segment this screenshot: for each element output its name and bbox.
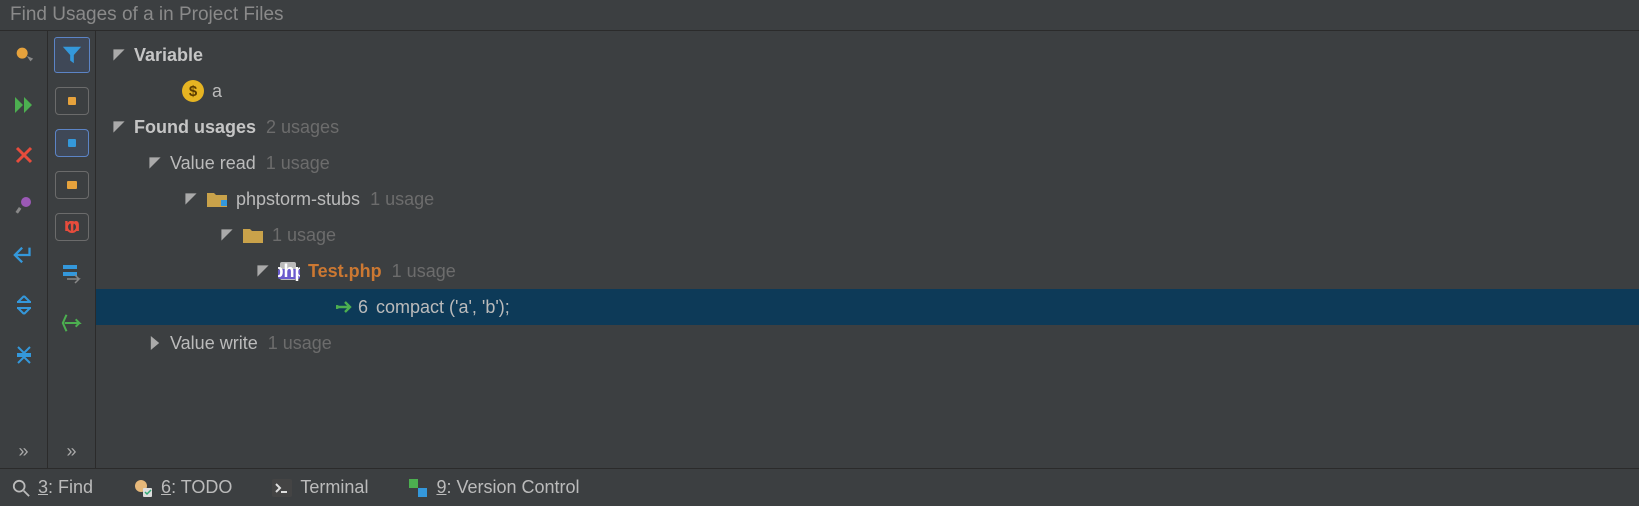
terminal-icon bbox=[272, 479, 292, 497]
value-write-count: 1 usage bbox=[268, 333, 332, 354]
read-access-icon bbox=[336, 300, 354, 314]
chevron-down-icon bbox=[182, 190, 200, 208]
chevron-down-icon bbox=[110, 118, 128, 136]
search-icon bbox=[12, 479, 30, 497]
back-icon[interactable] bbox=[6, 237, 42, 273]
more-icon-2[interactable]: » bbox=[66, 441, 76, 462]
group-package-icon[interactable] bbox=[55, 171, 89, 199]
value-read-node[interactable]: Value read 1 usage bbox=[96, 145, 1639, 181]
expand-all-icon[interactable] bbox=[6, 287, 42, 323]
close-icon[interactable] bbox=[6, 137, 42, 173]
variable-item[interactable]: $ a bbox=[96, 73, 1639, 109]
toolbar-left-1: » bbox=[0, 31, 48, 468]
rerun-icon[interactable] bbox=[6, 87, 42, 123]
code-snippet: compact ('a', 'b'); bbox=[376, 297, 510, 318]
folder-node[interactable]: 1 usage bbox=[96, 217, 1639, 253]
filter-icon[interactable] bbox=[54, 37, 90, 73]
dollar-icon: $ bbox=[182, 80, 204, 102]
group-method-icon[interactable]: m bbox=[55, 213, 89, 241]
folder-icon bbox=[242, 226, 264, 244]
value-read-count: 1 usage bbox=[266, 153, 330, 174]
main-area: » m » Variable bbox=[0, 31, 1639, 468]
chevron-down-icon bbox=[110, 46, 128, 64]
tool-window-find[interactable]: 3: Find bbox=[12, 477, 93, 498]
usage-line[interactable]: 6 compact ('a', 'b'); bbox=[96, 289, 1639, 325]
todo-icon bbox=[133, 478, 153, 498]
panel-title: Find Usages of a in Project Files bbox=[0, 0, 1639, 31]
collapse-all-icon[interactable] bbox=[6, 337, 42, 373]
vcs-icon bbox=[408, 478, 428, 498]
tool-window-terminal[interactable]: Terminal bbox=[272, 477, 368, 498]
chevron-down-icon bbox=[254, 262, 272, 280]
library-node[interactable]: phpstorm-stubs 1 usage bbox=[96, 181, 1639, 217]
tool-window-version-control[interactable]: 9: Version Control bbox=[408, 477, 579, 498]
chevron-down-icon bbox=[146, 154, 164, 172]
chevron-down-icon bbox=[218, 226, 236, 244]
library-label: phpstorm-stubs bbox=[236, 189, 360, 210]
found-usages-node[interactable]: Found usages 2 usages bbox=[96, 109, 1639, 145]
folder-count: 1 usage bbox=[272, 225, 336, 246]
settings-icon[interactable] bbox=[6, 37, 42, 73]
pin-icon[interactable] bbox=[6, 187, 42, 223]
tool-window-todo[interactable]: 6: TODO bbox=[133, 477, 232, 498]
variable-name: a bbox=[212, 81, 222, 102]
file-name: Test.php bbox=[308, 261, 382, 282]
file-node[interactable]: php Test.php 1 usage bbox=[96, 253, 1639, 289]
svg-text:m: m bbox=[63, 219, 79, 235]
value-write-label: Value write bbox=[170, 333, 258, 354]
value-write-node[interactable]: Value write 1 usage bbox=[96, 325, 1639, 361]
library-count: 1 usage bbox=[370, 189, 434, 210]
chevron-right-icon bbox=[146, 334, 164, 352]
php-file-icon: php bbox=[278, 262, 300, 280]
usage-tree[interactable]: Variable $ a Found usages 2 usages Value… bbox=[96, 31, 1639, 468]
line-number: 6 bbox=[358, 297, 368, 318]
more-icon-1[interactable]: » bbox=[18, 441, 28, 462]
found-usages-label: Found usages bbox=[134, 117, 256, 138]
toolbar-left-2: m » bbox=[48, 31, 96, 468]
value-read-label: Value read bbox=[170, 153, 256, 174]
variable-node[interactable]: Variable bbox=[96, 37, 1639, 73]
variable-label: Variable bbox=[134, 45, 203, 66]
bottom-toolbar: 3: Find 6: TODO Terminal 9: Version Cont… bbox=[0, 468, 1639, 506]
group-module-icon[interactable] bbox=[55, 87, 89, 115]
found-usages-count: 2 usages bbox=[266, 117, 339, 138]
library-folder-icon bbox=[206, 190, 228, 208]
preview-icon[interactable] bbox=[54, 305, 90, 341]
autoscroll-icon[interactable] bbox=[54, 255, 90, 291]
group-usage-type-icon[interactable] bbox=[55, 129, 89, 157]
svg-text:php: php bbox=[278, 261, 300, 281]
file-count: 1 usage bbox=[392, 261, 456, 282]
